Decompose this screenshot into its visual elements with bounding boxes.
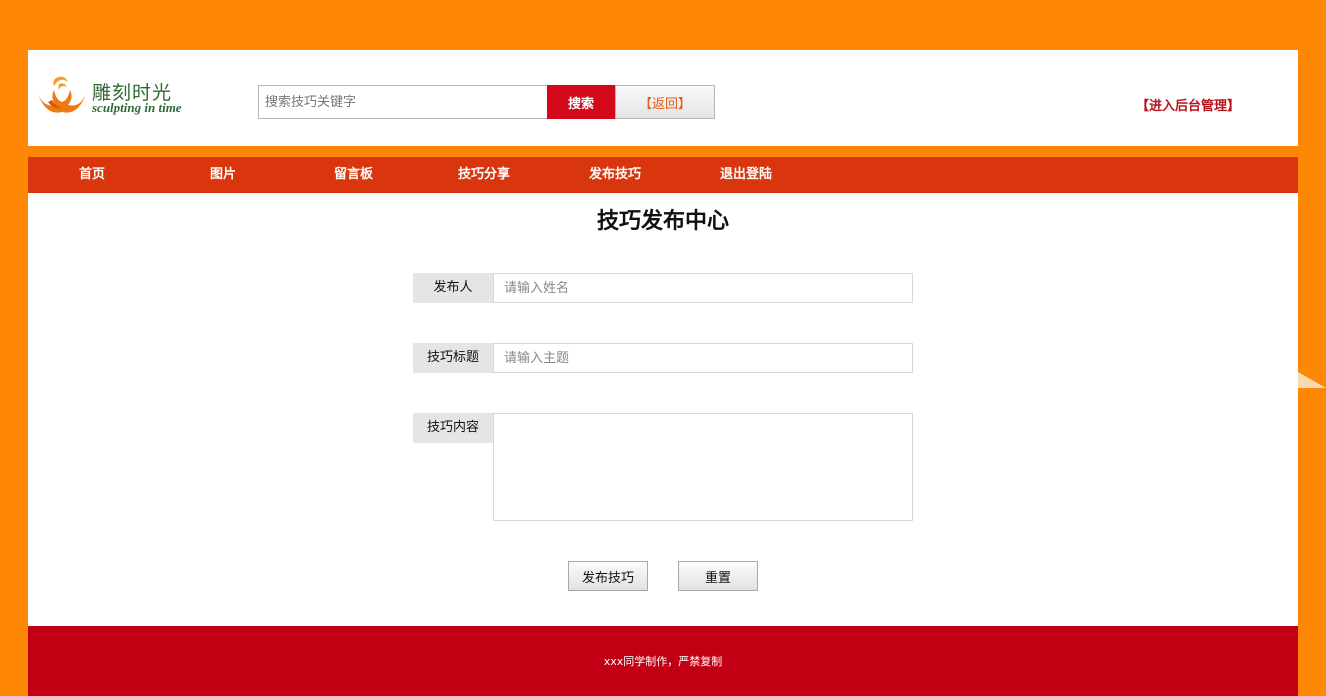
nav-item-logout[interactable]: 退出登陆	[720, 157, 772, 193]
content-textarea[interactable]	[493, 413, 913, 521]
site-logo[interactable]: 雕刻时光 sculpting in time	[34, 70, 194, 120]
topic-input[interactable]	[493, 343, 913, 373]
reset-button[interactable]: 重置	[678, 561, 758, 591]
main-nav: 首页 图片 留言板 技巧分享 发布技巧 退出登陆	[28, 157, 1298, 193]
author-input[interactable]	[493, 273, 913, 303]
back-button[interactable]: 【返回】	[615, 85, 715, 119]
submit-tip-button[interactable]: 发布技巧	[568, 561, 648, 591]
nav-item-tips-share[interactable]: 技巧分享	[458, 157, 510, 193]
nav-item-publish-tip[interactable]: 发布技巧	[589, 157, 641, 193]
logo-text-en: sculpting in time	[92, 100, 182, 115]
admin-link[interactable]: 【进入后台管理】	[1136, 95, 1240, 114]
flame-logo-icon	[38, 76, 86, 113]
header: 雕刻时光 sculpting in time 搜索 【返回】 【进入后台管理】	[28, 50, 1298, 146]
nav-item-home[interactable]: 首页	[79, 157, 105, 193]
decorative-triangle	[1298, 372, 1326, 388]
footer: xxx同学制作，严禁复制	[28, 626, 1298, 696]
main-content: 技巧发布中心 发布人 技巧标题 技巧内容 发布技巧 重置	[28, 193, 1298, 626]
author-label: 发布人	[413, 273, 493, 303]
search-button[interactable]: 搜索	[547, 85, 615, 119]
footer-text: xxx同学制作，严禁复制	[603, 655, 723, 668]
page-title: 技巧发布中心	[596, 209, 729, 234]
nav-item-images[interactable]: 图片	[210, 157, 236, 193]
nav-item-guestbook[interactable]: 留言板	[334, 157, 373, 193]
topic-label: 技巧标题	[413, 343, 493, 373]
search-input[interactable]	[258, 85, 547, 119]
content-label: 技巧内容	[413, 413, 493, 443]
